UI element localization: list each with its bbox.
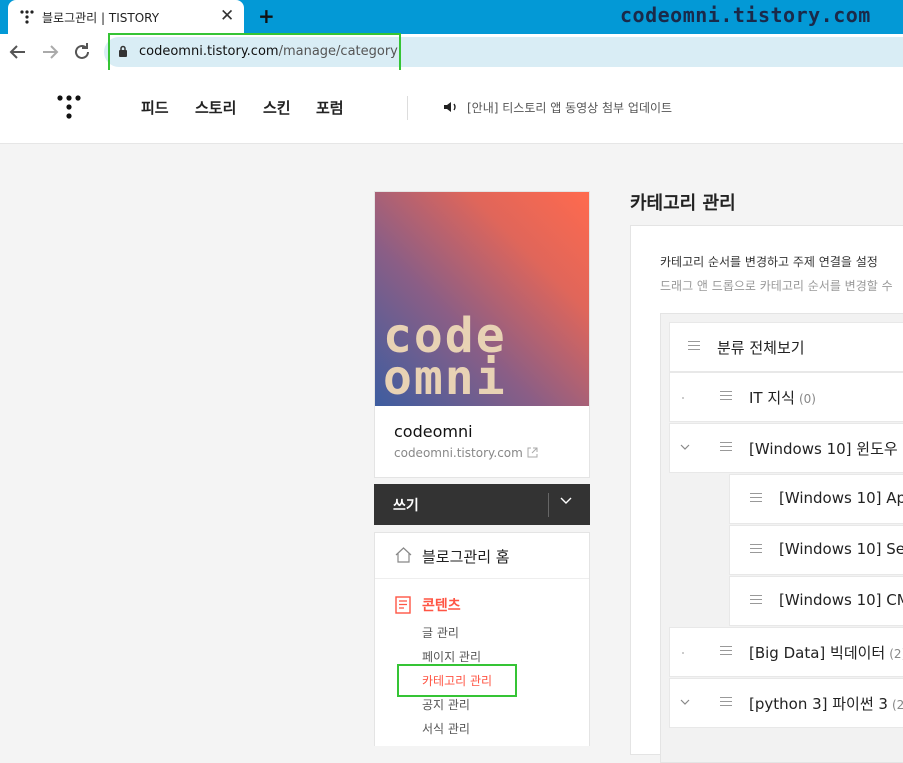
browser-tab-bar: 블로그관리 | TISTORY ✕ + codeomni.tistory.com [0, 0, 903, 34]
menu-item-notices[interactable]: 공지 관리 [422, 696, 470, 713]
category-row[interactable]: 분류 전체보기 [669, 322, 903, 372]
category-count: (0) [798, 392, 816, 406]
chevron-down-icon[interactable] [680, 699, 690, 706]
drag-handle-icon[interactable] [750, 493, 762, 503]
drag-handle-icon[interactable] [688, 341, 700, 351]
menu-item-posts[interactable]: 글 관리 [422, 624, 459, 641]
forward-arrow-icon[interactable] [38, 40, 62, 64]
nav-story[interactable]: 스토리 [195, 97, 236, 118]
subcategory-row[interactable]: [Windows 10] App [729, 474, 903, 524]
blog-url-text: codeomni.tistory.com [394, 446, 523, 460]
category-name: [Windows 10] 윈도우 1 [749, 440, 903, 458]
category-name: [Windows 10] App [779, 489, 903, 507]
document-icon [395, 596, 411, 614]
category-list: 분류 전체보기 IT 지식 (0) [Windows 10] 윈도우 1 [Win… [660, 313, 903, 763]
bullet-dot-icon [682, 652, 684, 654]
nav-feed[interactable]: 피드 [141, 97, 169, 118]
category-name: IT 지식 (0) [749, 387, 816, 408]
category-label: [Big Data] 빅데이터 [749, 644, 886, 662]
new-tab-button[interactable]: + [258, 4, 275, 28]
description-line2: 드래그 앤 드롭으로 카테고리 순서를 변경할 수 [660, 279, 893, 293]
external-link-icon [527, 447, 538, 458]
blog-profile-card: code omni codeomni codeomni.tistory.com [374, 191, 590, 478]
menu-home-label: 블로그관리 홈 [422, 548, 510, 566]
nav-forum[interactable]: 포럼 [316, 97, 344, 118]
drag-handle-icon[interactable] [720, 391, 732, 401]
side-menu: 블로그관리 홈 콘텐츠 글 관리 페이지 관리 카테고리 관리 공지 관리 서식… [374, 532, 590, 746]
nav-skin[interactable]: 스킨 [263, 97, 291, 118]
blog-name: codeomni [394, 422, 473, 441]
category-count: (2) [889, 647, 903, 661]
drag-handle-icon[interactable] [720, 646, 732, 656]
category-label: IT 지식 [749, 389, 795, 407]
tistory-logo-icon[interactable] [56, 94, 82, 120]
back-arrow-icon[interactable] [6, 40, 30, 64]
browser-tab[interactable]: 블로그관리 | TISTORY ✕ [8, 0, 244, 34]
subcategory-row[interactable]: [Windows 10] Set [729, 525, 903, 575]
description-line1: 카테고리 순서를 변경하고 주제 연결을 설정 [660, 255, 878, 269]
cover-text-line2: omni [383, 350, 507, 406]
site-header: 피드 스토리 스킨 포럼 [안내] 티스토리 앱 동영상 첨부 업데이트 [0, 70, 903, 144]
write-button[interactable]: 쓰기 [374, 484, 590, 525]
tab-close-icon[interactable]: ✕ [220, 6, 234, 26]
menu-home[interactable]: 블로그관리 홈 [375, 533, 589, 579]
category-row[interactable]: IT 지식 (0) [669, 372, 903, 422]
page-title: 카테고리 관리 [630, 193, 736, 214]
drag-handle-icon[interactable] [720, 442, 732, 452]
subcategory-row[interactable]: [Windows 10] CM [729, 576, 903, 626]
tab-title: 블로그관리 | TISTORY [42, 11, 160, 25]
menu-item-pages[interactable]: 페이지 관리 [422, 648, 481, 665]
watermark-text: codeomni.tistory.com [620, 3, 871, 27]
blog-url-link[interactable]: codeomni.tistory.com [394, 446, 538, 460]
category-name: [Windows 10] CM [779, 591, 903, 609]
category-name: 분류 전체보기 [717, 339, 805, 357]
chevron-down-icon[interactable] [560, 497, 572, 505]
blog-cover-image[interactable]: code omni [375, 192, 589, 406]
tistory-favicon-icon [20, 10, 34, 24]
menu-section-contents[interactable]: 콘텐츠 [422, 595, 461, 615]
write-button-label: 쓰기 [393, 498, 419, 514]
category-name: [python 3] 파이썬 3(25 [749, 693, 903, 714]
category-menu-highlight-box [397, 664, 517, 697]
category-count: (25 [891, 698, 903, 712]
reload-icon[interactable] [70, 40, 94, 64]
category-row[interactable]: [Windows 10] 윈도우 1 [669, 423, 903, 473]
category-row[interactable]: [Big Data] 빅데이터(2) [669, 627, 903, 677]
drag-handle-icon[interactable] [750, 595, 762, 605]
bullet-dot-icon [682, 397, 684, 399]
category-name: [Windows 10] Set [779, 540, 903, 558]
category-label: [python 3] 파이썬 3 [749, 695, 888, 713]
nav-divider [407, 96, 408, 120]
chevron-down-icon[interactable] [680, 444, 690, 451]
category-row[interactable]: [python 3] 파이썬 3(25 [669, 678, 903, 728]
drag-handle-icon[interactable] [750, 544, 762, 554]
notice-link[interactable]: [안내] 티스토리 앱 동영상 첨부 업데이트 [467, 99, 672, 116]
home-icon [395, 547, 412, 563]
speaker-icon [444, 102, 456, 112]
category-name: [Big Data] 빅데이터(2) [749, 642, 903, 663]
category-panel: 카테고리 순서를 변경하고 주제 연결을 설정 드래그 앤 드롭으로 카테고리 … [630, 225, 903, 763]
write-button-divider [548, 493, 549, 517]
menu-item-templates[interactable]: 서식 관리 [422, 720, 470, 737]
drag-handle-icon[interactable] [720, 697, 732, 707]
